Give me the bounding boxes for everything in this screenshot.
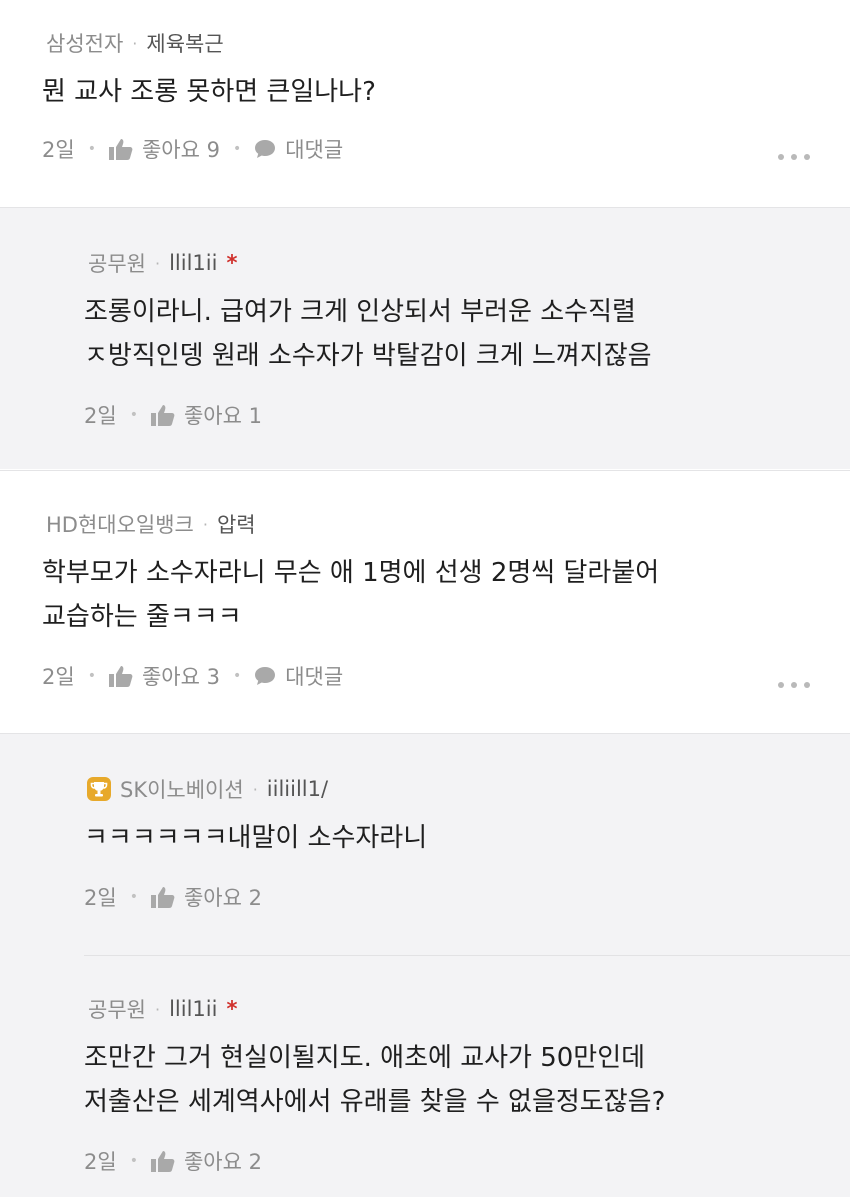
thumbs-up-icon[interactable] xyxy=(108,138,133,160)
thumbs-up-icon[interactable] xyxy=(150,404,175,426)
comment-author[interactable]: SK이노베이션 · iiliill1/ xyxy=(86,774,328,804)
nickname: 압력 xyxy=(216,513,256,537)
separator-dot: • xyxy=(87,141,96,157)
comment-line: 뭔 교사 조롱 못하면 큰일나나? xyxy=(42,77,376,107)
author-mark: * xyxy=(226,251,238,275)
timestamp: 2일 xyxy=(42,665,75,689)
comment-author[interactable]: 공무원 · llil1ii * xyxy=(88,994,237,1024)
thumbs-up-icon[interactable] xyxy=(150,886,175,908)
divider xyxy=(84,955,850,956)
timestamp: 2일 xyxy=(42,138,75,162)
reply-1: 공무원 · llil1ii * 조롱이라니. 급여가 크게 인상되서 부러운 소… xyxy=(0,207,850,469)
comment-text: ㅋㅋㅋㅋㅋㅋ내말이 소수자라니 xyxy=(84,816,427,860)
nickname: iiliill1/ xyxy=(266,777,329,801)
speech-bubble-icon[interactable] xyxy=(254,139,276,159)
company-label: 공무원 xyxy=(88,252,146,276)
comment-line: ㅋㅋㅋㅋㅋㅋ내말이 소수자라니 xyxy=(84,823,428,853)
separator-dot: • xyxy=(129,407,138,423)
comment-line: 교습하는 줄ㅋㅋㅋ xyxy=(42,602,242,632)
separator-dot: • xyxy=(129,1153,138,1169)
trophy-badge-icon xyxy=(86,776,112,802)
thumbs-up-icon[interactable] xyxy=(108,665,133,687)
company-label: SK이노베이션 xyxy=(120,778,244,802)
comment-line: 학부모가 소수자라니 무슨 애 1명에 선생 2명씩 달라붙어 xyxy=(42,558,660,588)
comment-actions: 2일 • 좋아요 1 xyxy=(84,400,262,430)
separator-dot: · xyxy=(202,514,208,534)
nickname: 제육복근 xyxy=(146,32,224,56)
comment-line: ㅈ방직인뎅 원래 소수자가 박탈감이 크게 느껴지잖음 xyxy=(84,341,652,371)
thumbs-up-icon[interactable] xyxy=(150,1150,175,1172)
nickname: llil1ii xyxy=(169,997,218,1021)
separator-dot: • xyxy=(232,668,242,684)
comment-author[interactable]: HD현대오일뱅크 · 압력 xyxy=(46,509,256,539)
like-button[interactable]: 좋아요 2 xyxy=(184,882,262,912)
company-label: HD현대오일뱅크 xyxy=(46,513,194,537)
like-button[interactable]: 좋아요 9 xyxy=(142,134,220,164)
comment-actions: 2일 • 좋아요 2 xyxy=(84,1146,262,1176)
comment-text: 뭔 교사 조롱 못하면 큰일나나? xyxy=(42,70,376,114)
comment-text: 학부모가 소수자라니 무슨 애 1명에 선생 2명씩 달라붙어 교습하는 줄ㅋㅋ… xyxy=(42,551,659,639)
comment-actions: 2일 • 좋아요 9 • 대댓글 xyxy=(42,134,343,164)
separator-dot: • xyxy=(129,889,138,905)
company-label: 삼성전자 xyxy=(46,32,124,56)
timestamp: 2일 xyxy=(84,886,117,910)
author-mark: * xyxy=(226,997,238,1021)
more-options-icon[interactable] xyxy=(778,153,810,161)
comment-line: 저출산은 세계역사에서 유래를 찾을 수 없을정도잖음? xyxy=(84,1087,666,1117)
separator-dot: · xyxy=(132,33,138,53)
timestamp: 2일 xyxy=(84,404,117,428)
comment-text: 조만간 그거 현실이될지도. 애초에 교사가 50만인데 저출산은 세계역사에서… xyxy=(84,1036,665,1124)
comment-text: 조롱이라니. 급여가 크게 인상되서 부러운 소수직렬 ㅈ방직인뎅 원래 소수자… xyxy=(84,290,652,378)
timestamp: 2일 xyxy=(84,1150,117,1174)
like-button[interactable]: 좋아요 2 xyxy=(184,1146,262,1176)
separator-dot: · xyxy=(252,779,258,799)
speech-bubble-icon[interactable] xyxy=(254,666,276,686)
comment-author[interactable]: 삼성전자 · 제육복근 xyxy=(46,28,224,58)
comment-actions: 2일 • 좋아요 3 • 대댓글 xyxy=(42,661,343,691)
comment-actions: 2일 • 좋아요 2 xyxy=(84,882,262,912)
comment-line: 조롱이라니. 급여가 크게 인상되서 부러운 소수직렬 xyxy=(84,297,636,327)
separator-dot: · xyxy=(154,999,161,1019)
like-button[interactable]: 좋아요 1 xyxy=(184,400,262,430)
comment-author[interactable]: 공무원 · llil1ii * xyxy=(88,248,237,278)
separator-dot: • xyxy=(232,141,242,157)
separator-dot: · xyxy=(154,253,161,273)
nickname: llil1ii xyxy=(169,251,218,275)
comment-line: 조만간 그거 현실이될지도. 애초에 교사가 50만인데 xyxy=(84,1043,646,1073)
company-label: 공무원 xyxy=(88,998,146,1022)
comment-2: HD현대오일뱅크 · 압력 학부모가 소수자라니 무슨 애 1명에 선생 2명씩… xyxy=(0,470,850,732)
more-options-icon[interactable] xyxy=(778,681,810,689)
reply-button[interactable]: 대댓글 xyxy=(285,661,343,691)
reply-button[interactable]: 대댓글 xyxy=(285,134,343,164)
comment-1: 삼성전자 · 제육복근 뭔 교사 조롱 못하면 큰일나나? 2일 • 좋아요 9… xyxy=(0,0,850,206)
reply-group: SK이노베이션 · iiliill1/ ㅋㅋㅋㅋㅋㅋ내말이 소수자라니 2일 •… xyxy=(0,733,850,1197)
separator-dot: • xyxy=(87,668,96,684)
like-button[interactable]: 좋아요 3 xyxy=(142,661,220,691)
